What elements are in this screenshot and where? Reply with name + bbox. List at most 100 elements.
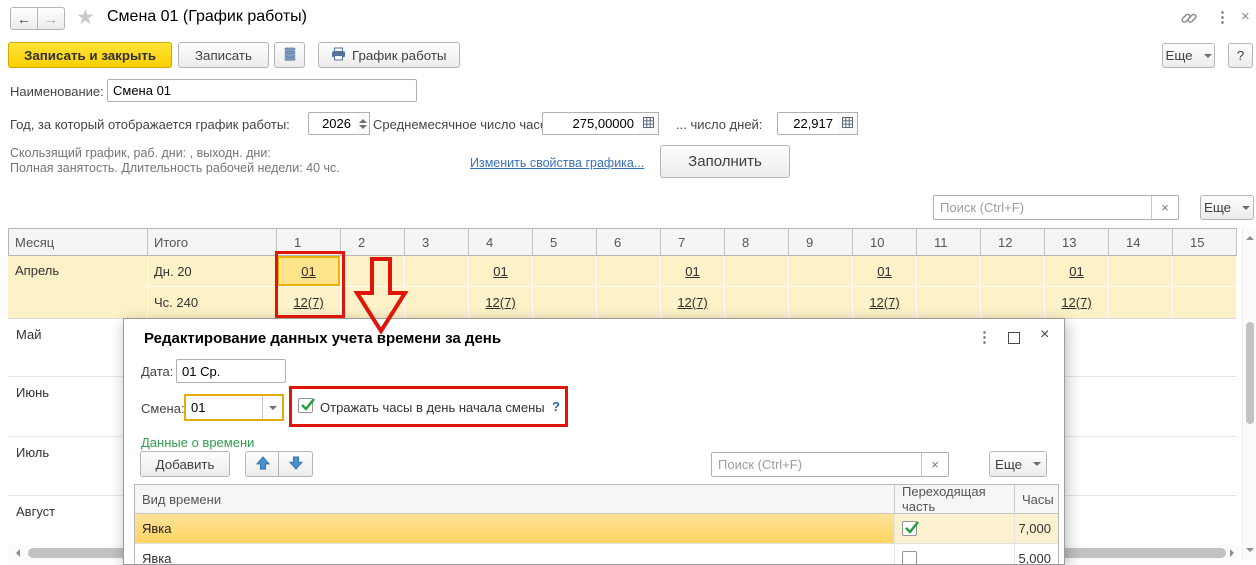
april-day-cell[interactable]: 01 xyxy=(853,256,917,287)
get-link-icon[interactable] xyxy=(1180,9,1198,30)
april-hours-cell[interactable]: 12(7) xyxy=(661,287,725,318)
back-button[interactable]: ← xyxy=(10,7,38,30)
carry-checkbox-unchecked[interactable] xyxy=(902,551,917,564)
day-column-header[interactable]: 13 xyxy=(1045,228,1109,256)
month-cell-april[interactable]: Апрель xyxy=(8,256,148,318)
date-input[interactable] xyxy=(176,359,286,383)
april-day-cell[interactable] xyxy=(1109,256,1173,287)
column-header-carry[interactable]: Переходящая часть xyxy=(895,484,1015,514)
hours-value-link[interactable]: 12(7) xyxy=(1061,295,1091,310)
time-table-row[interactable]: Явка 5,000 xyxy=(135,544,1058,564)
day-column-header[interactable]: 5 xyxy=(533,228,597,256)
april-day-cell[interactable] xyxy=(789,256,853,287)
fill-button[interactable]: Заполнить xyxy=(660,145,790,178)
april-day-cell[interactable] xyxy=(533,256,597,287)
april-day-cell[interactable]: 01 xyxy=(1045,256,1109,287)
carry-cell[interactable] xyxy=(895,514,1015,543)
carry-cell[interactable] xyxy=(895,544,1015,564)
shift-combobox[interactable]: 01 xyxy=(184,394,284,421)
april-day-cell[interactable] xyxy=(597,256,661,287)
dialog-close-icon[interactable]: × xyxy=(1040,326,1049,344)
table-more-button[interactable]: Еще xyxy=(1200,195,1254,220)
column-header-total[interactable]: Итого xyxy=(148,228,277,256)
day-column-header[interactable]: 10 xyxy=(853,228,917,256)
day-column-header[interactable]: 15 xyxy=(1173,228,1237,256)
dialog-menu-dots-icon[interactable]: ⋮ xyxy=(977,328,992,346)
april-day-cell[interactable] xyxy=(917,256,981,287)
april-day-cell[interactable] xyxy=(405,256,469,287)
attached-files-button[interactable] xyxy=(274,42,305,68)
time-table-row-selected[interactable]: Явка 7,000 xyxy=(135,514,1058,544)
dialog-more-button[interactable]: Еще xyxy=(989,451,1047,477)
carry-checkbox-checked[interactable] xyxy=(902,521,919,536)
april-day-cell[interactable]: 01 xyxy=(469,256,533,287)
vertical-scrollbar[interactable] xyxy=(1242,228,1256,560)
april-hours-cell[interactable] xyxy=(725,287,789,318)
day-column-header[interactable]: 9 xyxy=(789,228,853,256)
help-button[interactable]: ? xyxy=(1228,43,1253,68)
combobox-dropdown-button[interactable] xyxy=(262,396,282,419)
move-down-button[interactable] xyxy=(278,451,313,477)
column-header-hours[interactable]: Часы xyxy=(1015,485,1058,513)
day-column-header[interactable]: 12 xyxy=(981,228,1045,256)
april-day-cell[interactable] xyxy=(725,256,789,287)
forward-button[interactable]: → xyxy=(37,7,65,30)
april-day-cell[interactable] xyxy=(1173,256,1237,287)
april-day-cell[interactable]: 01 xyxy=(661,256,725,287)
toolbar-more-button[interactable]: Еще xyxy=(1162,43,1215,68)
day-column-header[interactable]: 14 xyxy=(1109,228,1173,256)
april-hours-cell[interactable]: 12(7) xyxy=(1045,287,1109,318)
day-column-header[interactable]: 4 xyxy=(469,228,533,256)
april-days-total[interactable]: Дн. 20 xyxy=(148,256,277,287)
hours-value-link[interactable]: 12(7) xyxy=(485,295,515,310)
search-clear-button[interactable]: × xyxy=(1151,196,1178,219)
hours-cell[interactable]: 5,000 xyxy=(1015,544,1058,564)
window-menu-dots-icon[interactable]: ⋮ xyxy=(1215,8,1230,26)
vertical-scrollbar-thumb[interactable] xyxy=(1246,322,1254,424)
april-hours-cell[interactable] xyxy=(1173,287,1237,318)
save-button[interactable]: Записать xyxy=(178,42,269,68)
day-column-header[interactable]: 3 xyxy=(405,228,469,256)
hours-cell[interactable]: 7,000 xyxy=(1015,514,1058,543)
april-hours-cell[interactable] xyxy=(597,287,661,318)
april-day-cell[interactable] xyxy=(981,256,1045,287)
day-column-header[interactable]: 7 xyxy=(661,228,725,256)
favorite-star-icon[interactable]: ★ xyxy=(76,5,95,30)
move-up-button[interactable] xyxy=(245,451,280,477)
april-hours-cell[interactable] xyxy=(533,287,597,318)
april-hours-cell[interactable] xyxy=(789,287,853,318)
scroll-down-icon[interactable] xyxy=(1246,548,1254,556)
print-schedule-button[interactable]: График работы xyxy=(318,42,460,68)
dialog-maximize-icon[interactable] xyxy=(1008,332,1020,344)
hours-value-link[interactable]: 12(7) xyxy=(677,295,707,310)
scroll-up-icon[interactable] xyxy=(1246,232,1254,240)
column-header-time-type[interactable]: Вид времени xyxy=(135,485,895,513)
year-spinner[interactable] xyxy=(356,112,370,135)
column-header-month[interactable]: Месяц xyxy=(8,228,148,256)
day-value-link[interactable]: 01 xyxy=(877,264,891,279)
day-column-header[interactable]: 2 xyxy=(341,228,405,256)
year-input[interactable] xyxy=(308,112,357,135)
table-search-input[interactable] xyxy=(934,196,1151,219)
scroll-left-icon[interactable] xyxy=(12,549,20,557)
avg-hours-input[interactable] xyxy=(542,112,640,135)
window-close-icon[interactable]: × xyxy=(1241,8,1250,25)
scroll-right-icon[interactable] xyxy=(1230,549,1238,557)
avg-days-input[interactable] xyxy=(777,112,839,135)
april-hours-total[interactable]: Чс. 240 xyxy=(148,287,277,318)
avg-hours-calculator-button[interactable] xyxy=(639,112,659,135)
dialog-search-clear-button[interactable]: × xyxy=(921,453,948,476)
april-hours-cell[interactable]: 12(7) xyxy=(853,287,917,318)
day-column-header[interactable]: 11 xyxy=(917,228,981,256)
april-hours-cell[interactable] xyxy=(917,287,981,318)
time-type-cell[interactable]: Явка xyxy=(135,514,895,543)
time-type-cell[interactable]: Явка xyxy=(135,544,895,564)
dialog-search-input[interactable] xyxy=(712,453,921,476)
hours-value-link[interactable]: 12(7) xyxy=(869,295,899,310)
name-input[interactable] xyxy=(107,79,417,102)
add-row-button[interactable]: Добавить xyxy=(140,451,230,477)
day-column-header[interactable]: 8 xyxy=(725,228,789,256)
day-column-header[interactable]: 6 xyxy=(597,228,661,256)
save-close-button[interactable]: Записать и закрыть xyxy=(8,42,173,68)
day-value-link[interactable]: 01 xyxy=(1069,264,1083,279)
